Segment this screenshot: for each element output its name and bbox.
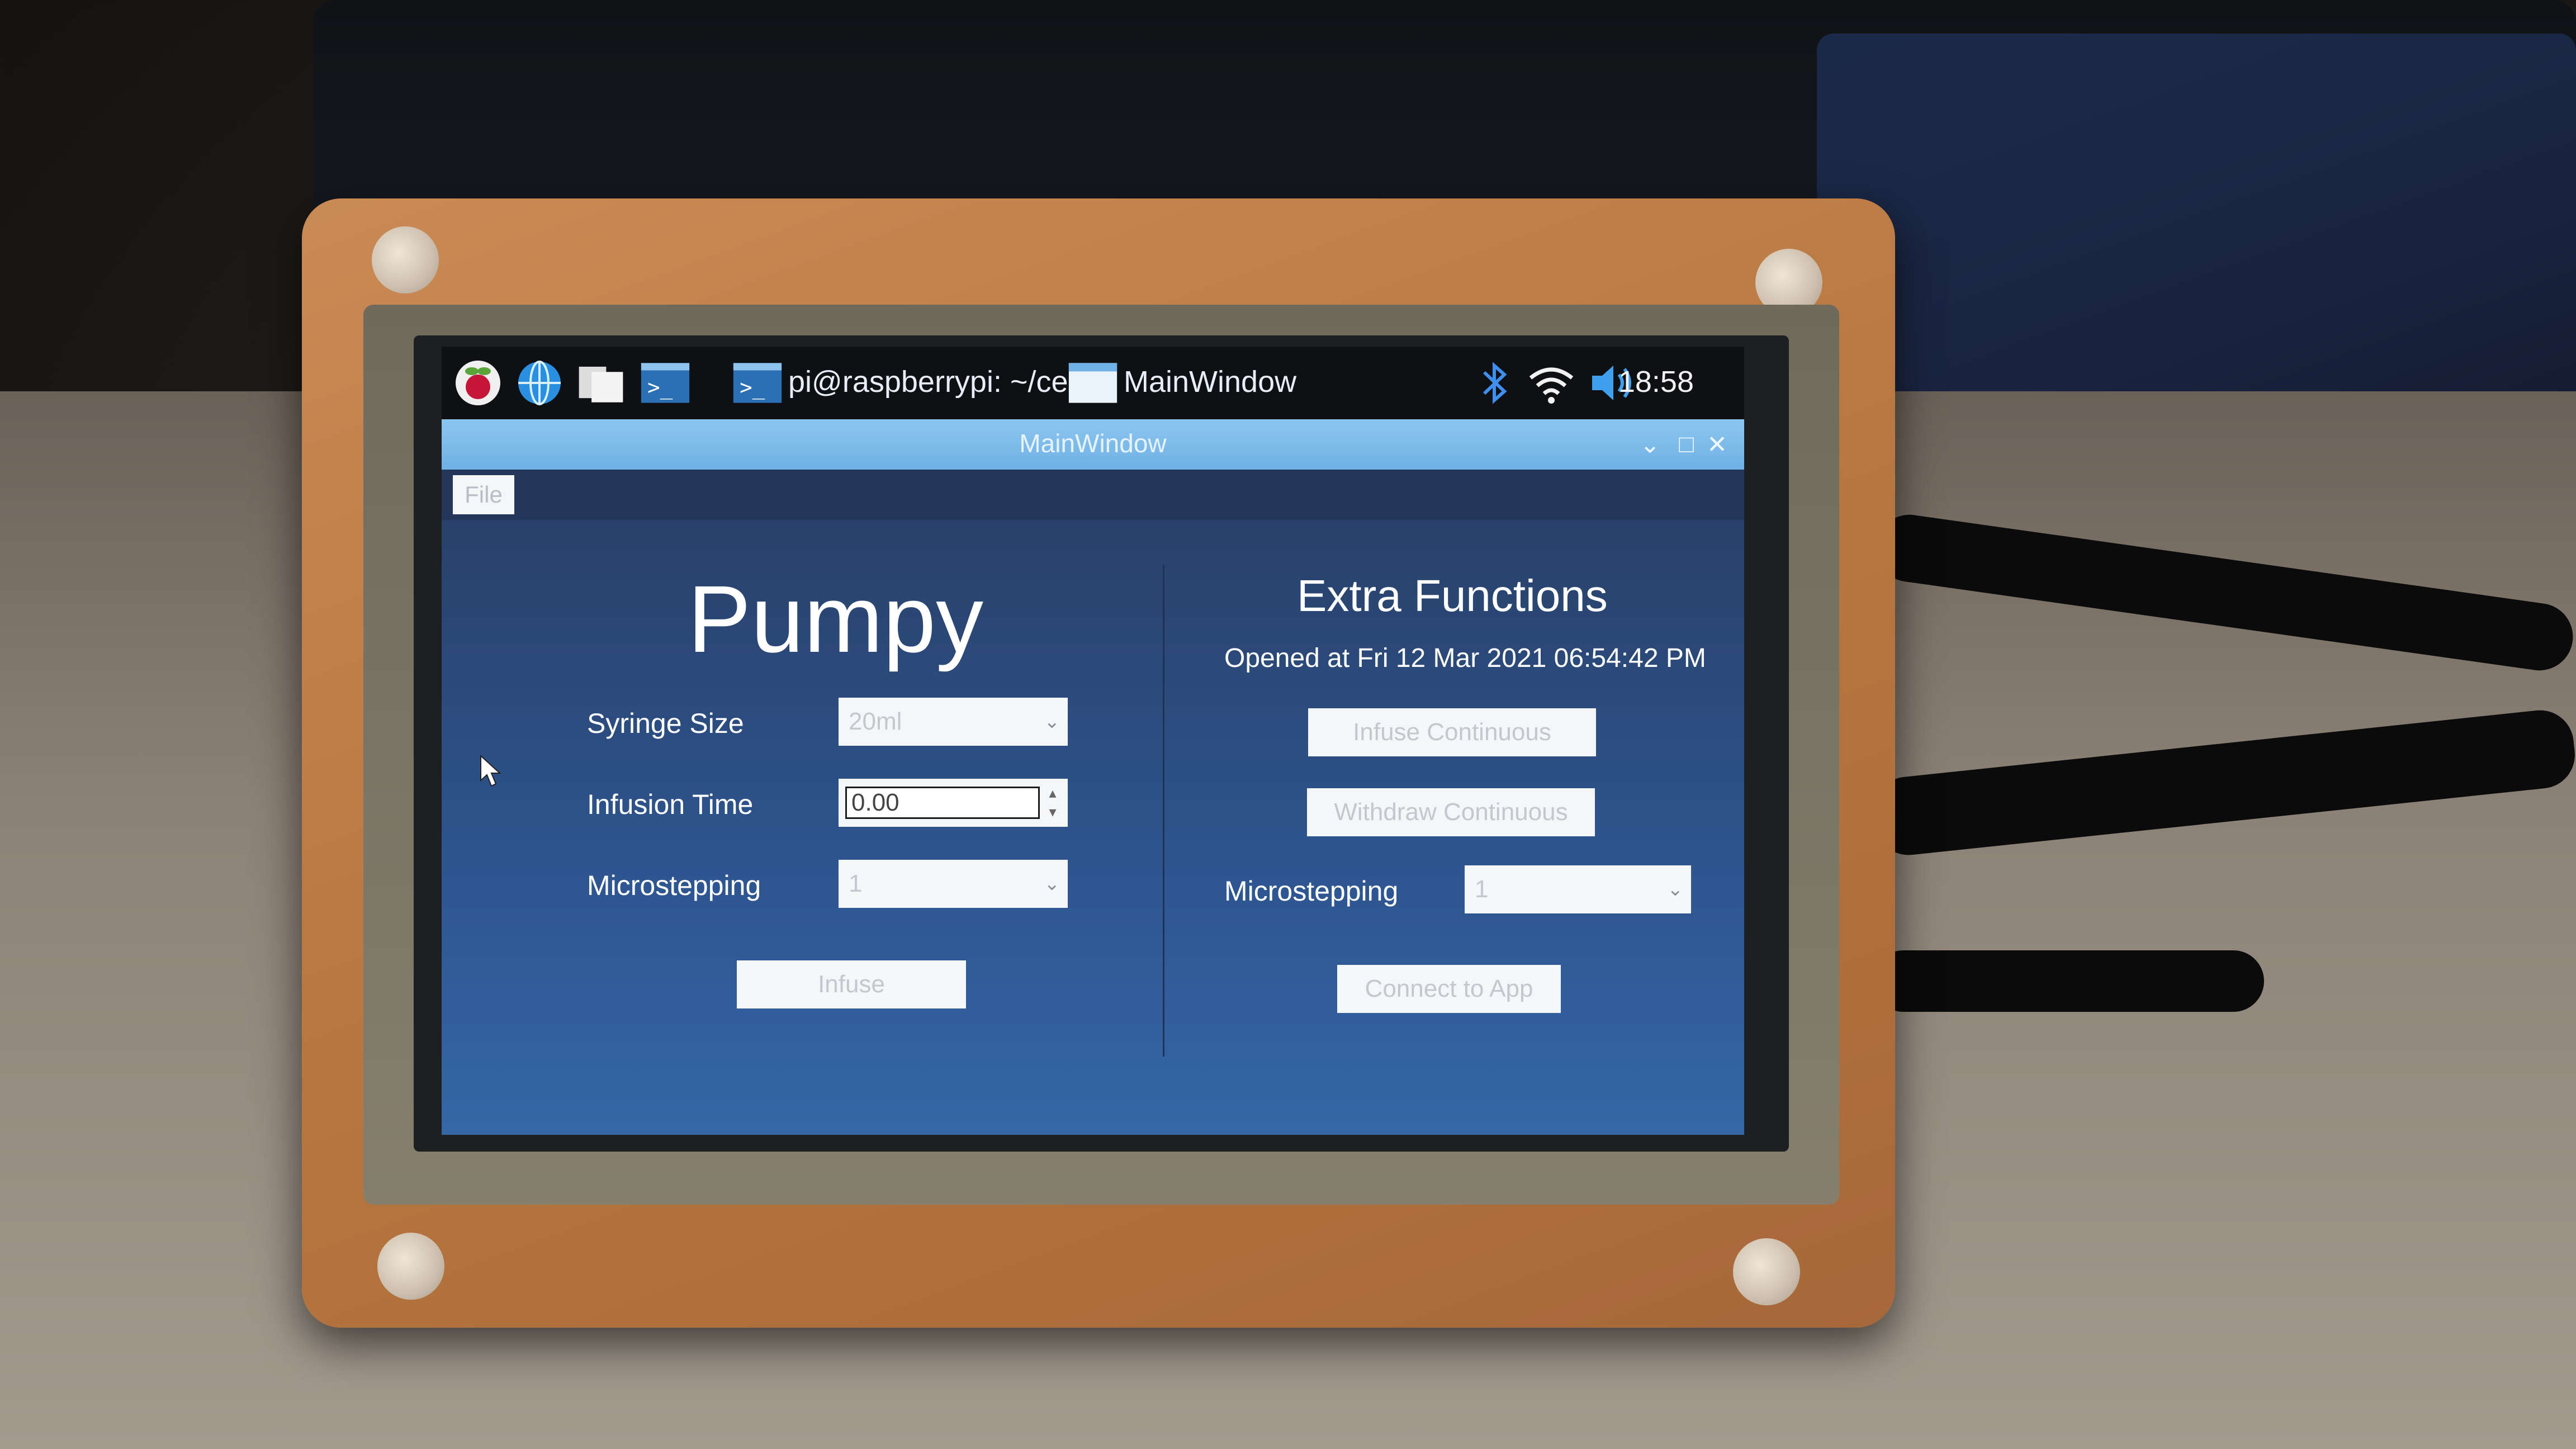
taskbar-clock: 18:58 xyxy=(1618,365,1694,399)
microstepping-value: 1 xyxy=(849,870,863,897)
syringe-size-select[interactable]: 20ml ⌄ xyxy=(839,698,1068,746)
svg-text:>_: >_ xyxy=(740,375,765,400)
menu-bar: File xyxy=(442,470,1744,520)
microstepping-select[interactable]: 1 ⌄ xyxy=(839,860,1068,908)
svg-text:>_: >_ xyxy=(647,375,673,400)
taskbar: >_ >_ pi@raspberrypi: ~/ce... MainWindow… xyxy=(442,347,1744,419)
terminal-window-icon[interactable]: >_ xyxy=(732,358,783,408)
maximize-icon[interactable]: □ xyxy=(1679,430,1694,458)
extra-microstepping-value: 1 xyxy=(1475,875,1489,903)
screen: >_ >_ pi@raspberrypi: ~/ce... MainWindow… xyxy=(442,347,1744,1135)
syringe-size-label: Syringe Size xyxy=(587,708,744,739)
infusion-time-input[interactable]: 0.00 xyxy=(845,787,1040,819)
chevron-down-icon: ⌄ xyxy=(1044,873,1060,894)
connect-to-app-button[interactable]: Connect to App xyxy=(1337,965,1561,1013)
raspberry-menu-icon[interactable] xyxy=(453,358,503,408)
extra-microstepping-label: Microstepping xyxy=(1224,875,1399,907)
close-icon[interactable]: ✕ xyxy=(1707,430,1727,459)
main-content: Pumpy Syringe Size 20ml ⌄ Infusion Time … xyxy=(442,520,1744,1135)
extra-microstepping-select[interactable]: 1 ⌄ xyxy=(1465,865,1691,913)
background-cable xyxy=(1873,950,2264,1012)
infuse-continuous-button[interactable]: Infuse Continuous xyxy=(1308,708,1596,756)
file-manager-icon[interactable] xyxy=(576,358,626,408)
window-titlebar[interactable]: MainWindow ⌄ □ ✕ xyxy=(442,419,1744,470)
mouse-cursor-icon xyxy=(480,755,501,787)
opened-timestamp: Opened at Fri 12 Mar 2021 06:54:42 PM xyxy=(1224,643,1706,673)
pumpy-title: Pumpy xyxy=(688,566,984,673)
withdraw-continuous-button[interactable]: Withdraw Continuous xyxy=(1307,788,1595,836)
panel-divider xyxy=(1163,565,1164,1057)
taskbar-window-label[interactable]: MainWindow xyxy=(1124,364,1296,399)
terminal-icon[interactable]: >_ xyxy=(640,358,690,408)
infusion-time-label: Infusion Time xyxy=(587,789,754,820)
menu-file[interactable]: File xyxy=(453,475,514,514)
screw xyxy=(1733,1238,1800,1305)
infuse-button[interactable]: Infuse xyxy=(737,960,966,1008)
wifi-icon[interactable] xyxy=(1526,358,1576,408)
window-icon[interactable] xyxy=(1068,358,1118,408)
taskbar-terminal-label[interactable]: pi@raspberrypi: ~/ce... xyxy=(788,364,1093,399)
chevron-down-icon: ⌄ xyxy=(1044,711,1060,732)
window-title: MainWindow xyxy=(1019,429,1167,458)
spin-arrows-icon[interactable]: ▴ ▾ xyxy=(1043,783,1062,821)
minimize-icon[interactable]: ⌄ xyxy=(1640,430,1660,459)
infusion-time-spinbox[interactable]: 0.00 ▴ ▾ xyxy=(839,779,1068,827)
screw xyxy=(377,1233,444,1300)
bluetooth-icon[interactable] xyxy=(1470,358,1521,408)
screw xyxy=(372,226,439,293)
extra-functions-title: Extra Functions xyxy=(1297,571,1608,621)
chevron-down-icon: ⌄ xyxy=(1667,879,1684,900)
browser-icon[interactable] xyxy=(514,358,565,408)
microstepping-label: Microstepping xyxy=(587,870,761,901)
syringe-size-value: 20ml xyxy=(849,708,902,735)
